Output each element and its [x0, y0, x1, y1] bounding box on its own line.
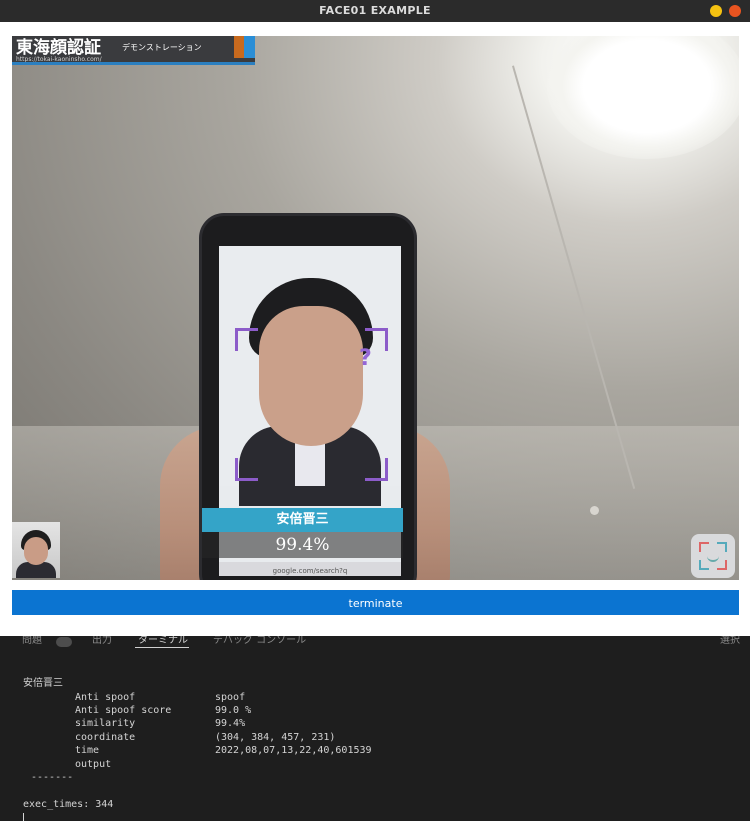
window-title-bar: FACE01 EXAMPLE	[0, 0, 750, 22]
tab-output[interactable]: 出力	[92, 636, 112, 646]
terminal-key: coordinate	[75, 732, 136, 743]
phone-url-bar: google.com/search?q	[219, 562, 401, 576]
terminal-value: (304, 384, 457, 231)	[215, 732, 336, 743]
terminal-key: output	[75, 759, 112, 770]
terminal-key: time	[75, 745, 100, 756]
window-body: ? google.com/search?q 安倍晋三 99.4% 東海顔認証 デ…	[0, 22, 750, 636]
detected-percentage-label: 99.4%	[202, 532, 403, 558]
terminal-key: Anti spoof score	[75, 705, 172, 716]
tab-debug-console[interactable]: デバッグ コンソール	[213, 636, 306, 646]
spoof-mark-icon: ?	[359, 346, 372, 371]
terminal-key: similarity	[75, 718, 136, 729]
terminal-value: 99.0 %	[215, 705, 252, 716]
tab-terminal[interactable]: ターミナル	[138, 636, 188, 646]
active-tab-indicator	[135, 647, 189, 648]
terminal-value: 99.4%	[215, 718, 246, 729]
face-icon-corner	[699, 560, 709, 570]
logo-banner: 東海顔認証 デモンストレーション https://tokai-kaoninsho…	[12, 36, 255, 65]
terminal-value: 2022,08,07,13,22,40,601539	[215, 745, 372, 756]
pull-cord-end	[590, 506, 599, 515]
terminal-key: Anti spoof	[75, 692, 136, 703]
ceiling-light	[547, 36, 739, 159]
face-recognition-icon	[691, 534, 735, 578]
logo-underline	[12, 62, 255, 65]
tab-problems[interactable]: 問題	[22, 636, 42, 646]
face-box-corner-bottom-right	[365, 458, 388, 481]
logo-stripe-orange	[234, 36, 244, 58]
problems-count-badge	[56, 637, 72, 647]
thumbnail-face	[24, 537, 48, 565]
face-icon-corner	[717, 560, 727, 570]
face-icon-corner	[699, 542, 709, 552]
camera-frame: ? google.com/search?q 安倍晋三 99.4% 東海顔認証 デ…	[12, 36, 739, 580]
panel-tabs: 問題 出力 ターミナル デバッグ コンソール 選択	[0, 636, 750, 652]
logo-stripe-blue	[244, 36, 255, 58]
terminal-output[interactable]: 安倍晋三 Anti spoof spoof Anti spoof score 9…	[0, 652, 750, 821]
terminate-button[interactable]: terminate	[12, 590, 739, 615]
face-box-corner-top-left	[235, 328, 258, 351]
person-face	[259, 306, 363, 446]
terminal-value: spoof	[215, 692, 246, 703]
detected-name-label: 安倍晋三	[202, 508, 403, 532]
face-icon-corner	[717, 542, 727, 552]
window-title: FACE01 EXAMPLE	[319, 4, 431, 17]
terminal-separator: -------	[31, 772, 74, 783]
close-button[interactable]	[729, 5, 741, 17]
terminal-exec-times: exec_times: 344	[23, 799, 114, 810]
face-box-corner-bottom-left	[235, 458, 258, 481]
registered-face-thumbnail	[12, 522, 60, 578]
minimize-button[interactable]	[710, 5, 722, 17]
terminal-person-name: 安倍晋三	[23, 678, 63, 689]
logo-subtitle: デモンストレーション	[122, 43, 202, 52]
tab-select[interactable]: 選択	[720, 636, 740, 646]
